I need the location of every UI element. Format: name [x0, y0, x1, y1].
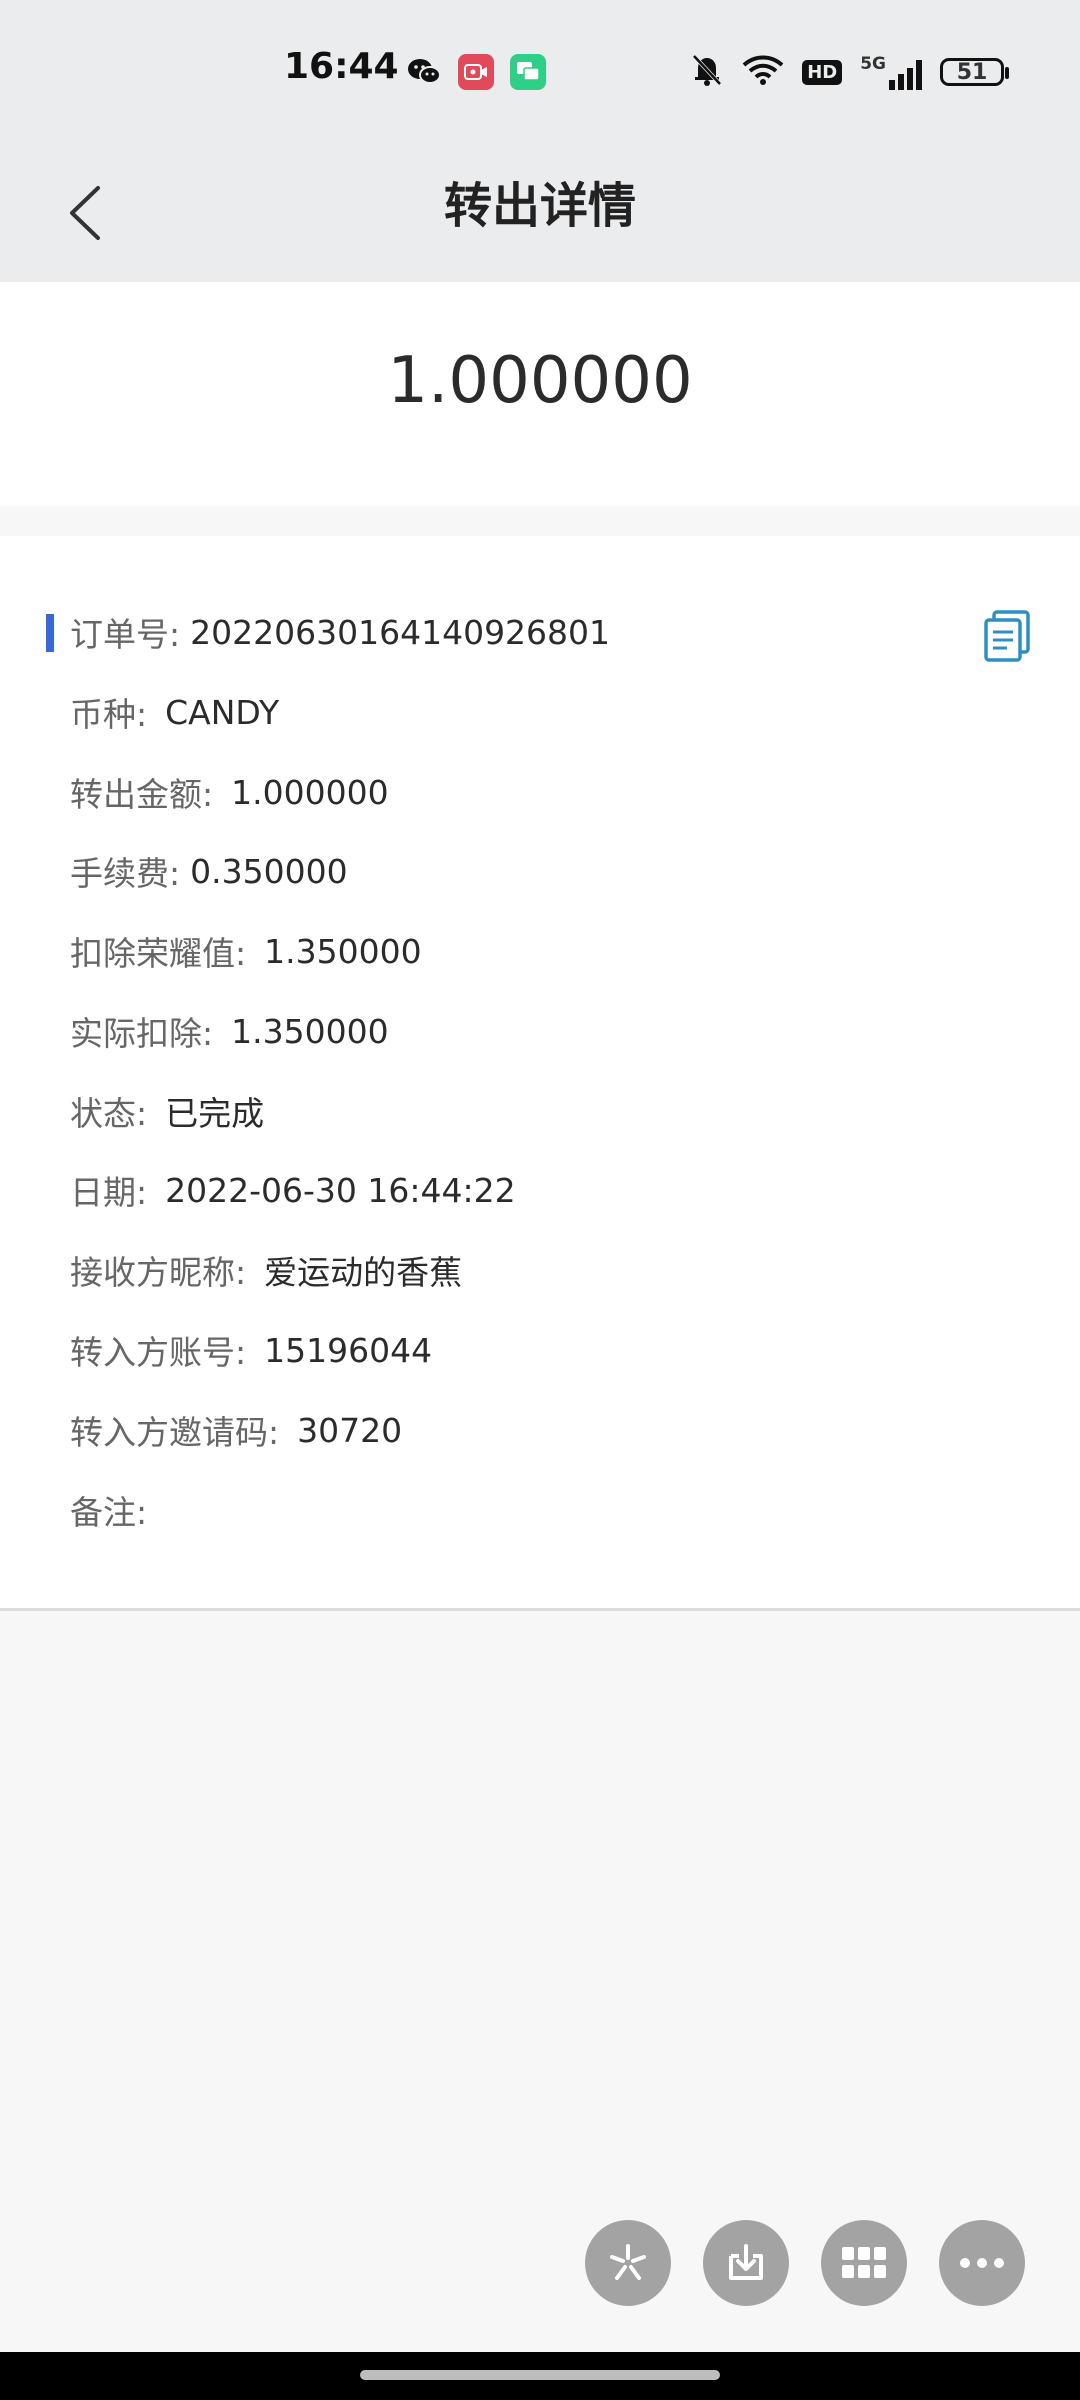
detail-label: 手续费:: [70, 854, 181, 893]
detail-row-honor-deducted: 扣除荣耀值: 1.350000: [70, 921, 422, 981]
detail-row-receiver-invite: 转入方邀请码: 30720: [70, 1400, 402, 1460]
order-no-value: 20220630164140926801: [190, 612, 611, 652]
home-gesture-handle[interactable]: [360, 2370, 720, 2380]
download-icon: [729, 2244, 763, 2280]
detail-row-currency: 币种: CANDY: [70, 682, 279, 742]
wifi-icon: [742, 54, 784, 90]
fee-value: 0.350000: [190, 851, 348, 891]
date-value: 2022-06-30 16:44:22: [165, 1170, 516, 1210]
detail-label: 实际扣除:: [70, 1014, 214, 1053]
status-value: 已完成: [165, 1094, 265, 1133]
amount-value: 1.000000: [387, 344, 693, 418]
detail-label: 日期:: [70, 1173, 148, 1212]
status-right: HD 5G 51: [690, 52, 1009, 92]
download-button[interactable]: [703, 2220, 789, 2306]
grid-button[interactable]: [821, 2220, 907, 2306]
detail-label: 订单号:: [70, 615, 181, 654]
copy-button[interactable]: [980, 608, 1034, 662]
detail-row-status: 状态: 已完成: [70, 1081, 264, 1141]
detail-row-actual-deducted: 实际扣除: 1.350000: [70, 1001, 389, 1061]
grid-icon: [842, 2247, 886, 2278]
copy-document-icon: [984, 610, 1030, 662]
page-title: 转出详情: [443, 178, 636, 234]
sparkle-button[interactable]: [585, 2220, 671, 2306]
detail-row-transfer-amount: 转出金额: 1.000000: [70, 762, 389, 822]
detail-label: 转入方邀请码:: [70, 1413, 280, 1452]
details-card: 订单号: 20220630164140926801 币种: CANDY 转出金额…: [0, 536, 1080, 1611]
more-icon: [960, 2258, 1004, 2268]
detail-label: 转入方账号:: [70, 1333, 247, 1372]
status-bar: 16:44 HD 5G 51: [0, 0, 1080, 142]
detail-label: 备注:: [70, 1493, 148, 1532]
detail-label: 转出金额:: [70, 775, 214, 814]
detail-row-date: 日期: 2022-06-30 16:44:22: [70, 1160, 516, 1220]
screen-record-icon: [458, 54, 494, 90]
more-button[interactable]: [939, 2220, 1025, 2306]
hd-icon: HD: [802, 59, 843, 85]
nav-bar: 转出详情: [0, 142, 1080, 282]
battery-icon: 51: [940, 58, 1009, 86]
transfer-amount-value: 1.000000: [231, 772, 389, 812]
floating-toolbar: [585, 2220, 1025, 2306]
amount-card: 1.000000: [0, 282, 1080, 506]
detail-label: 币种:: [70, 695, 148, 734]
status-app-icons: [406, 54, 546, 90]
message-icon: [510, 54, 546, 90]
receiver-account-value: 15196044: [264, 1330, 433, 1370]
detail-row-remark: 备注:: [70, 1480, 165, 1540]
honor-deducted-value: 1.350000: [264, 931, 422, 971]
network-type: 5G: [860, 54, 886, 74]
detail-row-receiver-nickname: 接收方昵称: 爱运动的香蕉: [70, 1240, 462, 1300]
sparkle-icon: [610, 2244, 646, 2280]
detail-label: 扣除荣耀值:: [70, 934, 247, 973]
gesture-area: [0, 2352, 1080, 2400]
actual-deducted-value: 1.350000: [231, 1011, 389, 1051]
wechat-icon: [406, 54, 442, 90]
signal-icon: 5G: [860, 54, 922, 90]
currency-value: CANDY: [165, 692, 280, 732]
detail-label: 状态:: [70, 1094, 148, 1133]
accent-bar: [46, 614, 54, 652]
detail-row-order-no: 订单号: 20220630164140926801: [70, 602, 610, 662]
mute-icon: [690, 52, 724, 92]
detail-label: 接收方昵称:: [70, 1253, 247, 1292]
detail-row-receiver-account: 转入方账号: 15196044: [70, 1320, 432, 1380]
receiver-nickname-value: 爱运动的香蕉: [264, 1253, 463, 1292]
receiver-invite-value: 30720: [297, 1410, 403, 1450]
screen: 16:44 HD 5G 51 转出详情 1.000000 订单号: 202206…: [0, 0, 1080, 2400]
status-time: 16:44: [284, 46, 399, 87]
detail-row-fee: 手续费: 0.350000: [70, 841, 348, 901]
